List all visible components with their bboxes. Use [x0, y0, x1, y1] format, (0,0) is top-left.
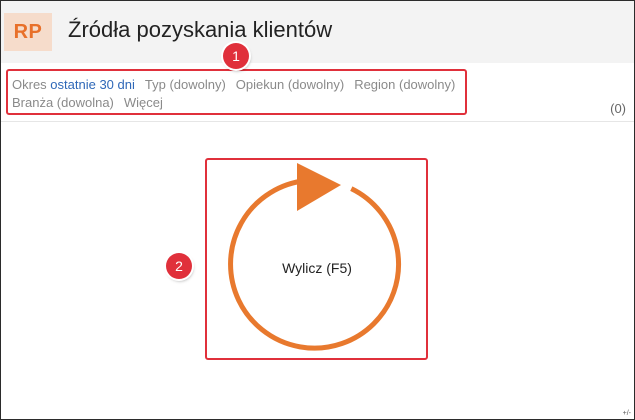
filter-list: Okres ostatnie 30 dni Typ (dowolny) Opieku… — [12, 76, 467, 112]
filter-bar: Okres ostatnie 30 dni Typ (dowolny) Opieku… — [1, 63, 634, 122]
filter-more[interactable]: Więcej — [124, 94, 163, 112]
filter-period[interactable]: Okres ostatnie 30 dni — [12, 76, 135, 94]
app-logo: RP — [4, 13, 52, 51]
filter-period-value: ostatnie 30 dni — [50, 77, 135, 92]
refresh-icon — [228, 163, 402, 351]
corner-mark: +/- — [622, 410, 631, 417]
result-count: (0) — [610, 101, 626, 116]
page-title: Źródła pozyskania klientów — [68, 17, 333, 42]
compute-button[interactable]: Wylicz (F5) — [211, 163, 423, 355]
logo-text: RP — [13, 20, 43, 43]
callout-badge-1: 1 — [223, 43, 249, 69]
filter-region[interactable]: Region (dowolny) — [354, 76, 455, 94]
app-window: RP Źródła pozyskania klientów Okres osta… — [0, 0, 635, 420]
filter-industry[interactable]: Branża (dowolna) — [12, 94, 114, 112]
header: RP Źródła pozyskania klientów — [1, 1, 634, 63]
compute-label: Wylicz (F5) — [282, 260, 352, 276]
callout-badge-2: 2 — [166, 253, 192, 279]
filter-type[interactable]: Typ (dowolny) — [145, 76, 226, 94]
filter-owner[interactable]: Opiekun (dowolny) — [236, 76, 344, 94]
